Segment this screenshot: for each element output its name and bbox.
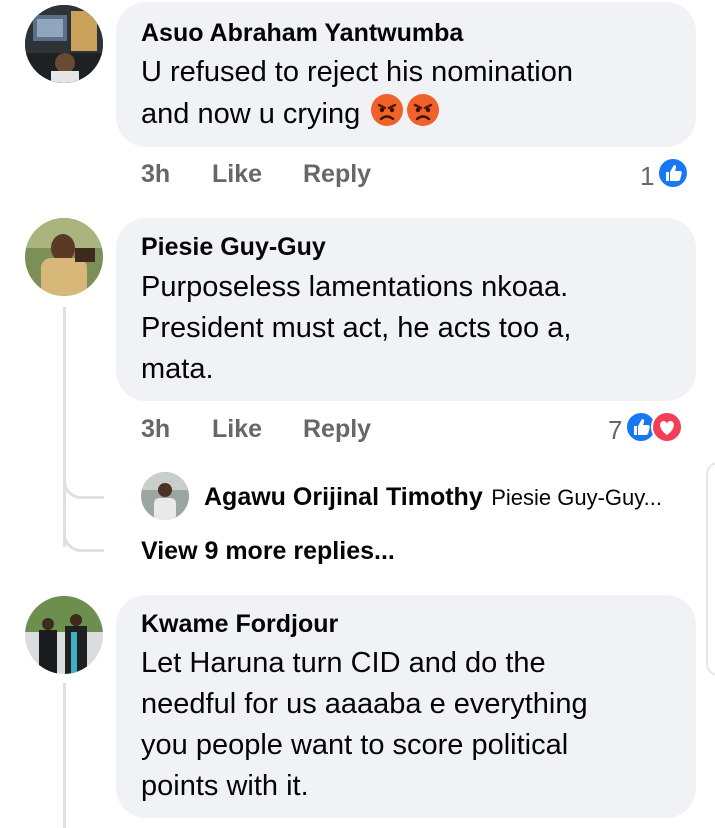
- side-panel-edge: [706, 462, 715, 676]
- comment-text: U refused to reject his nomination and n…: [141, 52, 573, 139]
- view-more-replies-link[interactable]: View 9 more replies...: [141, 537, 395, 566]
- comment-line: Purposeless lamentations nkoaa.: [141, 271, 569, 303]
- like-button[interactable]: Like: [212, 415, 262, 444]
- comment-line: Let Haruna turn CID and do the: [141, 647, 546, 679]
- avatar[interactable]: [141, 472, 189, 520]
- comment-line: points with it.: [141, 770, 309, 802]
- love-reaction-icon: [651, 411, 684, 450]
- reply-button[interactable]: Reply: [303, 415, 371, 444]
- comment-line: mata.: [141, 353, 214, 385]
- comment-timestamp[interactable]: 3h: [141, 415, 170, 444]
- comment-line: U refused to reject his nomination: [141, 56, 573, 88]
- reply-author[interactable]: Agawu Orijinal Timothy: [204, 483, 483, 511]
- angry-face-icon: [370, 93, 404, 139]
- like-button[interactable]: Like: [212, 160, 262, 189]
- comment-line: you people want to score political: [141, 729, 569, 761]
- comment-line: and now u crying: [141, 93, 573, 139]
- comment-author[interactable]: Piesie Guy-Guy: [141, 233, 326, 262]
- avatar[interactable]: [25, 596, 103, 674]
- reaction-count: 7: [608, 415, 623, 445]
- reply-button[interactable]: Reply: [303, 160, 371, 189]
- comment-bubble: Piesie Guy-Guy Purposeless lamentations …: [116, 218, 696, 401]
- angry-face-icon: [406, 93, 440, 139]
- reaction-summary[interactable]: 7: [608, 411, 684, 450]
- avatar[interactable]: [25, 218, 103, 296]
- reaction-count: 1: [640, 161, 655, 191]
- comment-timestamp[interactable]: 3h: [141, 160, 170, 189]
- comment-text: Purposeless lamentations nkoaa. Presiden…: [141, 267, 571, 390]
- comment-line: President must act, he acts too a,: [141, 312, 572, 344]
- comment-text: Let Haruna turn CID and do the needful f…: [141, 643, 588, 807]
- reply-preview[interactable]: Agawu Orijinal Timothy Piesie Guy-Guy...: [204, 483, 662, 512]
- reaction-summary[interactable]: 1: [640, 157, 690, 196]
- like-reaction-icon: [657, 157, 690, 196]
- comment-author[interactable]: Kwame Fordjour: [141, 610, 338, 639]
- thread-connector: [63, 527, 104, 552]
- comment-line: needful for us aaaaba e everything: [141, 688, 588, 720]
- thread-connector: [63, 474, 104, 499]
- thread-line: [63, 683, 66, 828]
- comment-bubble: Kwame Fordjour Let Haruna turn CID and d…: [116, 595, 696, 818]
- avatar[interactable]: [25, 5, 103, 83]
- reply-snippet: Piesie Guy-Guy...: [491, 485, 662, 510]
- thread-line: [63, 307, 66, 547]
- comment-author[interactable]: Asuo Abraham Yantwumba: [141, 19, 463, 48]
- comment-bubble: Asuo Abraham Yantwumba U refused to reje…: [116, 2, 696, 147]
